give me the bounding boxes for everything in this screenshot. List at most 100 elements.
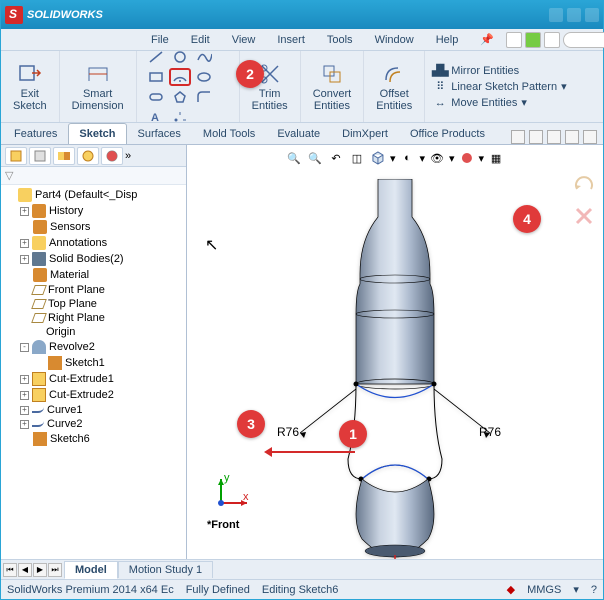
zoom-area-button[interactable]: 🔍 [306, 149, 324, 167]
appearance-button[interactable] [458, 149, 476, 167]
tree-expand-icon[interactable]: + [20, 406, 29, 415]
tab-surfaces[interactable]: Surfaces [127, 123, 192, 144]
zoom-fit-button[interactable]: 🔍 [285, 149, 303, 167]
fillet-tool-button[interactable] [193, 88, 215, 106]
viewport-single-button[interactable] [511, 130, 525, 144]
tab-mold-tools[interactable]: Mold Tools [192, 123, 266, 144]
viewport-close-button[interactable] [583, 130, 597, 144]
panel-expand-icon[interactable]: » [125, 150, 131, 162]
feature-manager-tab[interactable] [5, 147, 27, 165]
view-orientation-button[interactable] [369, 149, 387, 167]
tree-node[interactable]: +Curve1 [3, 403, 184, 417]
tree-node[interactable]: Front Plane [3, 283, 184, 297]
tab-scroll-next[interactable]: ▶ [33, 563, 47, 577]
tab-scroll-last[interactable]: ⏭ [48, 563, 62, 577]
tree-expand-icon[interactable]: + [20, 375, 29, 384]
status-custom-icon[interactable]: ◆ [507, 583, 515, 596]
config-manager-tab[interactable] [53, 147, 75, 165]
tab-features[interactable]: Features [3, 123, 68, 144]
qat-rebuild-button[interactable] [525, 32, 541, 48]
tree-node[interactable]: +Solid Bodies(2) [3, 251, 184, 267]
tree-node[interactable]: +Annotations [3, 235, 184, 251]
dropdown-icon[interactable]: ▾ [390, 152, 396, 165]
offset-entities-button[interactable]: Offset Entities [372, 58, 416, 116]
tree-expand-icon[interactable]: + [20, 255, 29, 264]
tree-node[interactable]: -Revolve2 [3, 339, 184, 355]
tab-sketch[interactable]: Sketch [68, 123, 126, 144]
display-manager-tab[interactable] [101, 147, 123, 165]
menu-view[interactable]: View [222, 31, 266, 49]
smart-dimension-button[interactable]: Smart Dimension [68, 58, 128, 116]
dropdown-icon[interactable]: ▾ [479, 152, 485, 165]
tree-node[interactable]: +History [3, 203, 184, 219]
panel-filter[interactable]: ▽ [1, 167, 186, 185]
status-dropdown-icon[interactable]: ▾ [573, 583, 579, 596]
menu-file[interactable]: File [141, 31, 179, 49]
tree-node[interactable]: Part4 (Default<_Disp [3, 187, 184, 203]
dropdown-icon[interactable]: ▾ [449, 152, 455, 165]
dropdown-icon[interactable]: ▾ [419, 152, 425, 165]
rectangle-tool-button[interactable] [145, 68, 167, 86]
menu-help[interactable]: Help [426, 31, 469, 49]
cancel-sketch-icon[interactable] [573, 205, 595, 227]
move-entities-button[interactable]: ↔Move Entities▾ [433, 96, 566, 110]
dimxpert-manager-tab[interactable] [77, 147, 99, 165]
menu-edit[interactable]: Edit [181, 31, 220, 49]
viewport-dual-button[interactable] [529, 130, 543, 144]
tree-expand-icon[interactable]: + [20, 420, 29, 429]
search-input[interactable] [563, 32, 604, 48]
arc-tool-button[interactable] [169, 68, 191, 86]
qat-new-button[interactable] [506, 32, 522, 48]
rotate-gizmo-icon[interactable] [573, 175, 595, 197]
minimize-button[interactable] [549, 8, 563, 22]
status-help-icon[interactable]: ? [591, 584, 597, 596]
previous-view-button[interactable]: ↶ [327, 149, 345, 167]
tree-node[interactable]: Material [3, 267, 184, 283]
tree-node[interactable]: Sketch1 [3, 355, 184, 371]
menu-window[interactable]: Window [365, 31, 424, 49]
ellipse-tool-button[interactable] [193, 68, 215, 86]
section-view-button[interactable]: ◫ [348, 149, 366, 167]
qat-options-button[interactable] [544, 32, 560, 48]
linear-pattern-button[interactable]: ⠿Linear Sketch Pattern▾ [433, 80, 566, 94]
tab-office-products[interactable]: Office Products [399, 123, 496, 144]
tree-expand-icon[interactable]: + [20, 239, 29, 248]
tree-node[interactable]: Sensors [3, 219, 184, 235]
tree-node[interactable]: Right Plane [3, 311, 184, 325]
menu-insert[interactable]: Insert [267, 31, 315, 49]
menu-pin-icon[interactable]: 📌 [470, 30, 504, 49]
polygon-tool-button[interactable] [169, 88, 191, 106]
tab-motion-study[interactable]: Motion Study 1 [118, 561, 213, 578]
maximize-button[interactable] [567, 8, 581, 22]
menu-tools[interactable]: Tools [317, 31, 363, 49]
tree-node[interactable]: +Cut-Extrude2 [3, 387, 184, 403]
line-tool-button[interactable] [145, 48, 167, 66]
tree-expand-icon[interactable]: - [20, 343, 29, 352]
hide-show-button[interactable]: 👁 [428, 149, 446, 167]
scene-button[interactable]: ▦ [487, 149, 505, 167]
tree-node[interactable]: Top Plane [3, 297, 184, 311]
close-button[interactable] [585, 8, 599, 22]
tab-evaluate[interactable]: Evaluate [266, 123, 331, 144]
tree-node[interactable]: Sketch6 [3, 431, 184, 447]
viewport-maximize-button[interactable] [565, 130, 579, 144]
convert-entities-button[interactable]: Convert Entities [309, 58, 356, 116]
tree-node[interactable]: Origin [3, 325, 184, 339]
slot-tool-button[interactable] [145, 88, 167, 106]
tree-expand-icon[interactable]: + [20, 207, 29, 216]
tree-expand-icon[interactable]: + [20, 391, 29, 400]
display-style-button[interactable]: ◐ [398, 149, 416, 167]
spline-tool-button[interactable] [193, 48, 215, 66]
circle-tool-button[interactable] [169, 48, 191, 66]
dimension-left[interactable]: R76 [277, 425, 299, 439]
dimension-right[interactable]: R76 [479, 425, 501, 439]
viewport-minimize-button[interactable] [547, 130, 561, 144]
tree-node[interactable]: +Curve2 [3, 417, 184, 431]
tab-dimxpert[interactable]: DimXpert [331, 123, 399, 144]
mirror-entities-button[interactable]: ▟▙Mirror Entities [433, 64, 566, 78]
tab-model[interactable]: Model [64, 561, 118, 579]
graphics-view[interactable]: 🔍 🔍 ↶ ◫ ▾ ◐ ▾ 👁 ▾ ▾ ▦ [187, 145, 603, 559]
tab-scroll-prev[interactable]: ◀ [18, 563, 32, 577]
exit-sketch-button[interactable]: Exit Sketch [9, 58, 51, 116]
tab-scroll-first[interactable]: ⏮ [3, 563, 17, 577]
